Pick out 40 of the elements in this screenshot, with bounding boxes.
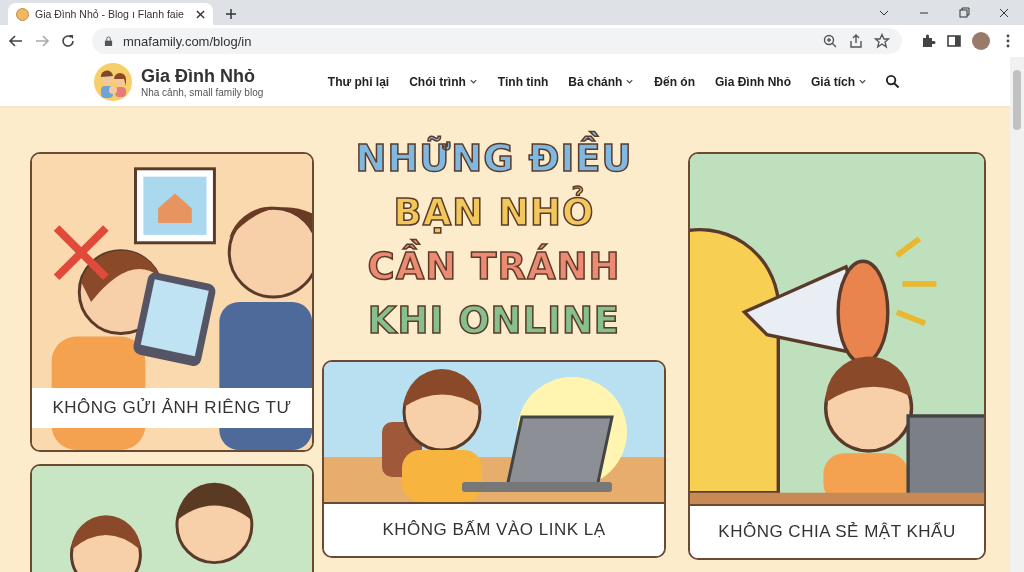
star-icon[interactable]: [874, 33, 890, 49]
nav-link[interactable]: Chói trình: [409, 74, 478, 89]
card-caption: KHÔNG GỬI ẢNH RIÊNG TƯ: [32, 388, 312, 428]
nav-link[interactable]: Thư phỉ lại: [327, 74, 390, 89]
nav-link[interactable]: Đến ón: [654, 74, 695, 89]
headline-text: NHỮNG ĐIỀU: [355, 132, 633, 186]
site-title[interactable]: Gia Đình Nhỏ: [141, 65, 264, 87]
search-icon[interactable]: [885, 74, 900, 89]
url-text: mnafamily.com/blog/in: [123, 33, 252, 49]
restore-icon[interactable]: [958, 7, 970, 19]
headline-text: KHI ONLINE: [367, 298, 621, 344]
caret-icon: [468, 77, 478, 86]
side-panel-icon[interactable]: [946, 33, 962, 49]
reload-icon[interactable]: [60, 33, 76, 49]
browser-tab[interactable]: Gia Đình Nhỏ - Blog ı Flanh faie: [8, 3, 213, 25]
caret-icon: [625, 77, 635, 86]
address-bar[interactable]: mnafamily.com/blog/in: [92, 28, 902, 54]
headline-text: BẠN NHỎ: [393, 186, 595, 240]
lock-icon: [104, 35, 113, 47]
headline-text: CẦN TRÁNH: [367, 240, 621, 294]
close-icon[interactable]: [196, 9, 205, 19]
site-tagline: Nha cảnh, small family blog: [141, 86, 264, 98]
share-icon[interactable]: [848, 33, 864, 49]
avatar-icon[interactable]: [972, 32, 990, 50]
card-caption: KHÔNG CHIA SẺ MẬT KHẨU: [690, 504, 984, 558]
tab-title[interactable]: Gia Đình Nhỏ - Blog ı Flanh faie: [35, 8, 190, 20]
nav-link[interactable]: Giá tích: [811, 74, 867, 89]
nav-link[interactable]: Bả chánh: [568, 74, 635, 89]
zoom-icon[interactable]: [822, 33, 838, 49]
favicon-icon: [16, 7, 29, 21]
back-icon[interactable]: [8, 33, 24, 49]
card-caption: KHÔNG BẤM VÀO LINK LẠ: [324, 502, 664, 556]
scrollbar[interactable]: [1010, 57, 1024, 572]
new-tab-icon[interactable]: [225, 8, 237, 20]
nav-link[interactable]: Gia Đình Nhỏ: [715, 74, 791, 89]
family-logo-icon[interactable]: [93, 61, 133, 102]
close-icon[interactable]: [998, 7, 1010, 19]
nav-link[interactable]: Tinh tinh: [497, 74, 549, 89]
caret-icon: [858, 77, 867, 86]
puzzle-icon[interactable]: [920, 33, 936, 49]
